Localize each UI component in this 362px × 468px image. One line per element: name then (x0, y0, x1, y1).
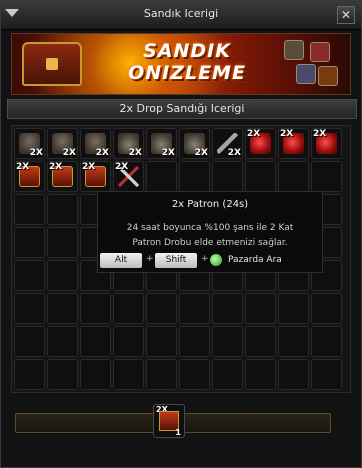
inventory-slot[interactable] (80, 359, 111, 390)
tooltip-hotkeys: Alt + Shift + Pazarda Ara (98, 253, 324, 269)
inventory-slot[interactable]: 2X (47, 161, 78, 192)
inventory-slot[interactable] (311, 359, 342, 390)
item-multiplier: 2X (280, 129, 294, 139)
inventory-slot[interactable]: 2X (80, 128, 111, 159)
gift-box-icon (318, 66, 338, 86)
item-multiplier: 2X (95, 148, 109, 158)
inventory-slot[interactable] (14, 326, 45, 357)
inventory-slot[interactable] (14, 293, 45, 324)
item-multiplier: 2X (313, 129, 327, 139)
alt-key: Alt (100, 253, 142, 268)
inventory-slot[interactable] (113, 293, 144, 324)
inventory-slot[interactable] (47, 194, 78, 225)
inventory-slot[interactable] (278, 161, 309, 192)
item-multiplier: 2X (29, 148, 43, 158)
preview-banner: SANDIK ONIZLEME (11, 33, 351, 95)
inventory-slot[interactable]: 2X (311, 128, 342, 159)
inventory-slot[interactable]: 2X (47, 128, 78, 159)
inventory-slot[interactable] (146, 359, 177, 390)
item-multiplier: 2X (82, 162, 96, 172)
inventory-slot[interactable] (47, 326, 78, 357)
item-multiplier: 2X (115, 162, 129, 172)
inventory-slot[interactable] (146, 293, 177, 324)
inventory-slot[interactable] (14, 194, 45, 225)
inventory-slot[interactable] (311, 293, 342, 324)
inventory-slot[interactable]: 2X (113, 128, 144, 159)
inventory-slot[interactable] (245, 293, 276, 324)
item-multiplier: 2X (161, 148, 175, 158)
tooltip-title: 2x Patron (24s) (171, 199, 249, 210)
inventory-slot[interactable] (113, 359, 144, 390)
inventory-slot[interactable] (179, 359, 210, 390)
banner-title-line1: SANDIK (143, 40, 231, 62)
inventory-slot[interactable] (146, 161, 177, 192)
chest-preview-window: Sandık Icerigi ✕ SANDIK ONIZLEME 2x Drop… (0, 0, 362, 468)
inventory-slot[interactable] (212, 293, 243, 324)
inventory-slot[interactable]: 2X (80, 161, 111, 192)
gift-box-icon (310, 42, 330, 62)
title-bar[interactable]: Sandık Icerigi ✕ (1, 1, 361, 30)
inventory-slot[interactable]: 2X (14, 128, 45, 159)
inventory-slot[interactable] (113, 326, 144, 357)
plus-sign: + (146, 254, 154, 264)
market-icon (210, 254, 222, 266)
selected-chest-slot[interactable]: 2X 1 (153, 404, 185, 438)
inventory-slot[interactable] (146, 326, 177, 357)
inventory-slot[interactable] (14, 260, 45, 291)
inventory-slot[interactable] (212, 326, 243, 357)
inventory-slot[interactable] (212, 359, 243, 390)
inventory-slot[interactable] (179, 326, 210, 357)
inventory-slot[interactable] (47, 293, 78, 324)
inventory-slot[interactable]: 2X (179, 128, 210, 159)
inventory-slot[interactable] (80, 293, 111, 324)
selected-item-count: 1 (175, 428, 181, 437)
inventory-slot[interactable] (278, 326, 309, 357)
inventory-slot[interactable] (47, 260, 78, 291)
inventory-slot[interactable] (212, 161, 243, 192)
gift-box-icon (284, 40, 304, 60)
inventory-slot[interactable] (14, 227, 45, 258)
inventory-slot[interactable] (245, 326, 276, 357)
item-multiplier: 2X (16, 162, 30, 172)
item-multiplier: 2X (194, 148, 208, 158)
inventory-slot[interactable] (80, 326, 111, 357)
banner-title-line2: ONIZLEME (128, 62, 246, 84)
item-tooltip: 2x Patron (24s) 24 saat boyunca %100 şan… (97, 191, 323, 273)
inventory-slot[interactable] (311, 161, 342, 192)
tooltip-description-line1: 24 saat boyunca %100 şans ile 2 Kat (126, 223, 294, 233)
inventory-slot[interactable]: 2X (14, 161, 45, 192)
treasure-chest-icon (22, 42, 82, 86)
item-multiplier: 2X (247, 129, 261, 139)
banner-title: SANDIK ONIZLEME (107, 40, 267, 84)
inventory-slot[interactable] (179, 161, 210, 192)
item-multiplier: 2X (62, 148, 76, 158)
inventory-slot[interactable]: 2X (245, 128, 276, 159)
inventory-slot[interactable] (14, 359, 45, 390)
close-button[interactable]: ✕ (337, 6, 355, 24)
inventory-slot[interactable]: 2X (146, 128, 177, 159)
gift-box-icon (296, 64, 316, 84)
inventory-slot[interactable] (278, 359, 309, 390)
tooltip-description-line2: Patron Drobu elde etmenizi sağlar. (132, 238, 288, 248)
inventory-slot[interactable] (47, 227, 78, 258)
item-multiplier: 2X (49, 162, 63, 172)
inventory-slot[interactable] (311, 326, 342, 357)
inventory-slot[interactable]: 2X (212, 128, 243, 159)
item-multiplier: 2X (227, 148, 241, 158)
shift-key: Shift (155, 253, 197, 268)
inventory-slot[interactable] (278, 293, 309, 324)
inventory-slot[interactable] (47, 359, 78, 390)
section-title: 2x Drop Sandığı Icerigi (7, 99, 357, 119)
inventory-slot[interactable] (179, 293, 210, 324)
item-multiplier: 2X (128, 148, 142, 158)
inventory-slot[interactable]: 2X (113, 161, 144, 192)
window-title: Sandık Icerigi (143, 7, 219, 20)
gift-boxes-icon (282, 40, 340, 90)
plus-sign: + (201, 254, 209, 264)
inventory-slot[interactable] (245, 161, 276, 192)
market-search-label[interactable]: Pazarda Ara (228, 255, 282, 265)
inventory-slot[interactable]: 2X (278, 128, 309, 159)
inventory-slot[interactable] (245, 359, 276, 390)
